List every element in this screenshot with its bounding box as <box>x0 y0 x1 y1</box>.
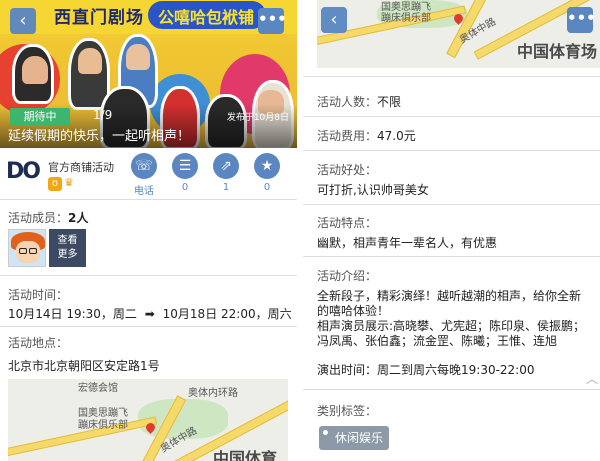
comment-icon: ☰ <box>172 153 198 179</box>
divider <box>303 150 600 151</box>
hero-banner[interactable]: 西直门剧场 公嘻哈包袱铺 期待中 1/9 发布于10月8日 延续假期的快乐，一起… <box>0 0 297 148</box>
more-dots-icon: ••• <box>258 10 287 28</box>
more-button[interactable]: ••• <box>258 8 287 34</box>
verified-badge-icon: ʊ <box>48 177 62 191</box>
divider <box>303 76 600 77</box>
map-poi: 蹦床俱乐部 <box>78 420 128 431</box>
divider <box>303 256 600 257</box>
star-icon: ★ <box>254 153 280 179</box>
call-button[interactable]: ☏ 电话 <box>127 153 161 197</box>
banner-title-strip: 西直门剧场 公嘻哈包袱铺 <box>0 0 297 34</box>
map-road-label: 奥体内环路 <box>188 388 238 399</box>
time-label: 活动时间： <box>8 288 69 302</box>
category-label: 类别标签： <box>317 404 378 418</box>
time-range: 10月14日 19:30，周二 ➡ 10月18日 22:00，周六 <box>8 305 292 322</box>
location-map[interactable]: 国奥思蹦飞 蹦床俱乐部 奥体中路 中国体育场 <box>317 0 600 68</box>
divider <box>303 389 600 390</box>
collapse-chevron-icon[interactable]: ︿ <box>586 370 598 387</box>
benefit-value: 可打折,认识帅哥美女 <box>317 183 429 197</box>
see-more-members-button[interactable]: 查看 更多 <box>49 229 86 267</box>
back-arrow-icon: ‹ <box>19 10 27 31</box>
map-landmark: 中国体育 <box>213 449 278 461</box>
map-poi: 宏德会馆 <box>78 383 118 394</box>
photo-page-indicator: 1/9 <box>93 108 113 122</box>
divider <box>0 275 297 276</box>
intro-line: 冯凤禹、张伯鑫；流金罡、陈曦；王惟、连旭 <box>317 334 558 348</box>
posted-date: 发布于10月8日 <box>226 113 289 123</box>
back-button[interactable]: ‹ <box>10 8 36 34</box>
more-dots-icon: ••• <box>567 9 596 27</box>
share-count: 1 <box>222 182 230 193</box>
tag-dot-icon <box>323 430 328 435</box>
divider <box>0 326 297 327</box>
feature-value: 幽默，相声青年一辈名人，有优惠 <box>317 236 498 250</box>
share-button[interactable]: ⇗ 1 <box>209 153 243 193</box>
map-poi: 蹦床俱乐部 <box>381 13 431 24</box>
member-avatar[interactable] <box>8 229 46 267</box>
intro-label: 活动介绍： <box>317 269 378 283</box>
divider <box>303 116 600 117</box>
crown-icon: ♛ <box>64 176 74 189</box>
organizer-row: DO 官方商铺活动 ʊ ♛ ☏ 电话 ☰ 0 ⇗ 1 ★ 0 <box>0 148 297 200</box>
event-title: 延续假期的快乐，一起听相声！ <box>8 129 191 144</box>
share-icon: ⇗ <box>213 153 239 179</box>
map-landmark: 中国体育场 <box>517 42 598 61</box>
comment-button[interactable]: ☰ 0 <box>168 153 202 193</box>
call-label: 电话 <box>134 186 154 197</box>
fee-value: 47.0元 <box>377 129 416 143</box>
organizer-badges: ʊ ♛ <box>48 176 74 191</box>
start-time: 10月14日 19:30，周二 <box>8 307 137 321</box>
divider <box>303 204 600 205</box>
organizer-name[interactable]: 官方商铺活动 <box>48 159 114 175</box>
feature-label: 活动特点： <box>317 216 378 230</box>
back-arrow-icon: ‹ <box>330 9 338 30</box>
people-row: 活动人数：不限 <box>317 95 402 109</box>
more-button[interactable]: ••• <box>567 7 596 33</box>
location-address[interactable]: 北京市北京朝阳区安定路1号 <box>8 357 160 374</box>
category-tag[interactable]: 休闲娱乐 <box>319 426 389 450</box>
comment-count: 0 <box>181 182 189 193</box>
organizer-logo[interactable]: DO <box>6 159 42 185</box>
people-value: 不限 <box>377 95 402 109</box>
arrow-right-icon: ➡ <box>144 307 155 321</box>
members-label: 活动成员：2人 <box>8 211 89 225</box>
location-label: 活动地点： <box>8 336 69 350</box>
right-screen: 国奥思蹦飞 蹦床俱乐部 奥体中路 中国体育场 ‹ ••• 活动人数：不限 活动费… <box>303 0 600 461</box>
banner-venue: 西直门剧场 <box>54 8 144 28</box>
favorite-button[interactable]: ★ 0 <box>250 153 284 193</box>
favorite-count: 0 <box>263 182 271 193</box>
back-button[interactable]: ‹ <box>321 7 347 33</box>
left-screen: 西直门剧场 公嘻哈包袱铺 期待中 1/9 发布于10月8日 延续假期的快乐，一起… <box>0 0 297 461</box>
benefit-label: 活动好处： <box>317 163 378 177</box>
end-time: 10月18日 22:00，周六 <box>162 307 292 321</box>
fee-row: 活动费用：47.0元 <box>317 129 416 143</box>
banner-badge: 公嘻哈包袱铺 <box>148 1 266 29</box>
show-time: 演出时间：周二到周六每晚19:30-22:00 <box>317 363 535 377</box>
location-map[interactable]: 宏德会馆 奥体内环路 国奥思蹦飞 蹦床俱乐部 奥体中路 中国体育 <box>8 379 288 461</box>
status-badge: 期待中 <box>10 108 70 125</box>
members-count: 2人 <box>68 211 89 225</box>
phone-icon: ☏ <box>131 153 157 179</box>
